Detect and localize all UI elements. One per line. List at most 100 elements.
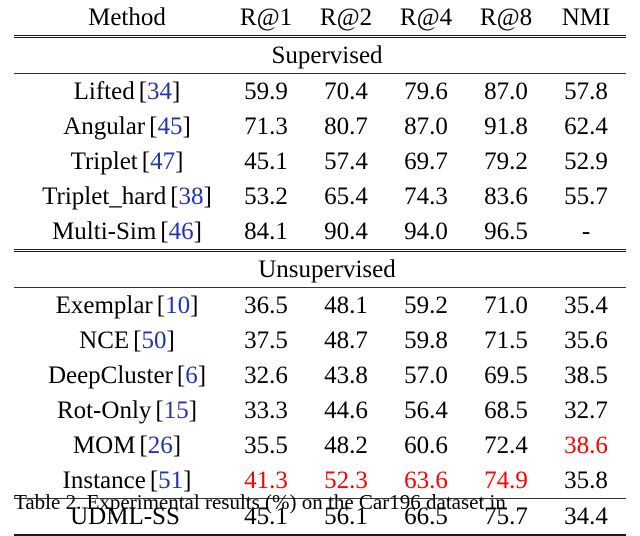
metric-value: 59.9	[226, 73, 306, 109]
table-caption: Table 2. Experimental results (%) on the…	[14, 490, 506, 514]
metric-value: 44.6	[324, 397, 368, 424]
metric-value: 91.8	[484, 113, 528, 140]
metric-value: 69.5	[484, 362, 528, 389]
metric-value: 57.0	[404, 362, 448, 389]
metric-value: 45.1	[244, 148, 288, 175]
section-header-row: Supervised	[14, 35, 626, 74]
metric-value: 83.6	[484, 183, 528, 210]
section-label: Unsupervised	[14, 249, 626, 288]
metric-value: 87.0	[466, 73, 546, 109]
column-header-rat2: R@2	[319, 4, 373, 31]
metric-value: 35.6	[564, 327, 608, 354]
citation-reference[interactable]: [45]	[149, 113, 191, 140]
citation-reference[interactable]: [6]	[177, 362, 206, 389]
section-label: Supervised	[14, 35, 626, 74]
citation-number: 15	[163, 397, 189, 424]
citation-number: 34	[147, 78, 173, 105]
citation-number: 38	[178, 183, 204, 210]
method-label: Lifted	[73, 78, 135, 105]
metric-value: 53.2	[244, 183, 288, 210]
column-header-rat1: R@1	[239, 4, 293, 31]
metric-value: 79.2	[484, 148, 528, 175]
table-row: Angular [45] 71.3 80.7 87.0 91.8 62.4	[14, 109, 626, 144]
metric-value: 90.4	[324, 218, 368, 245]
metric-value: 43.8	[324, 362, 368, 389]
metric-value: 71.3	[244, 113, 288, 140]
method-name-cell: NCE [50]	[14, 323, 226, 358]
metric-value: 87.0	[404, 113, 448, 140]
metric-value: 60.6	[404, 432, 448, 459]
metric-value: 59.2	[386, 287, 466, 323]
citation-reference[interactable]: [50]	[133, 327, 175, 354]
table-row: Multi-Sim [46] 84.1 90.4 94.0 96.5 -	[14, 214, 626, 251]
table-row: Triplet [47] 45.1 57.4 69.7 79.2 52.9	[14, 144, 626, 179]
metric-value: 65.4	[324, 183, 368, 210]
table-figure: Method R@1 R@2 R@4 R@8 NMI Supervised Lifted [34…	[0, 0, 640, 536]
citation-number: 26	[147, 432, 173, 459]
table-row: MOM [26] 35.5 48.2 60.6 72.4 38.6	[14, 428, 626, 463]
table-row: Lifted [34] 59.9 70.4 79.6 87.0 57.8	[14, 73, 626, 109]
metric-value: 57.8	[546, 73, 626, 109]
citation-number: 46	[168, 218, 194, 245]
citation-number: 10	[165, 292, 191, 319]
method-label: Triplet_hard	[42, 183, 167, 210]
method-name-cell: Triplet [47]	[14, 144, 226, 179]
method-name-cell: Exemplar [10]	[14, 287, 226, 323]
metric-value: 32.6	[244, 362, 288, 389]
metric-value: 56.4	[404, 397, 448, 424]
metric-value: 52.9	[564, 148, 608, 175]
citation-reference[interactable]: [26]	[139, 432, 181, 459]
metric-value: 57.4	[324, 148, 368, 175]
metric-value: 48.2	[324, 432, 368, 459]
column-header-nmi: NMI	[561, 4, 611, 31]
metric-value: 79.6	[386, 73, 466, 109]
method-label: Angular	[63, 113, 146, 140]
metric-value: 48.7	[324, 327, 368, 354]
metric-value: 48.1	[306, 287, 386, 323]
metric-value: 55.7	[564, 183, 608, 210]
metric-value: 69.7	[404, 148, 448, 175]
metric-value: 71.5	[484, 327, 528, 354]
citation-reference[interactable]: [46]	[160, 218, 202, 245]
metric-value: 38.6	[564, 432, 608, 459]
method-label: DeepCluster	[47, 362, 173, 389]
method-name-cell: Triplet_hard [38]	[14, 179, 226, 214]
metric-value: -	[581, 218, 591, 245]
table-row: Triplet_hard [38] 53.2 65.4 74.3 83.6 55.7	[14, 179, 626, 214]
method-name-cell: Lifted [34]	[14, 73, 226, 109]
metric-value: 72.4	[484, 432, 528, 459]
table-row: DeepCluster [6] 32.6 43.8 57.0 69.5 38.5	[14, 358, 626, 393]
metric-value: 71.0	[466, 287, 546, 323]
citation-reference[interactable]: [10]	[157, 292, 199, 319]
metric-value: 37.5	[244, 327, 288, 354]
citation-number: 45	[157, 113, 183, 140]
metric-value: 59.8	[404, 327, 448, 354]
metric-value: 35.5	[244, 432, 288, 459]
table-header-row: Method R@1 R@2 R@4 R@8 NMI	[14, 0, 626, 37]
method-label: Exemplar	[55, 292, 153, 319]
citation-number: 47	[150, 148, 176, 175]
citation-reference[interactable]: [38]	[170, 183, 212, 210]
metric-value: 32.7	[564, 397, 608, 424]
citation-reference[interactable]: [47]	[142, 148, 184, 175]
metric-value: 96.5	[484, 218, 528, 245]
table-row: Rot-Only [15] 33.3 44.6 56.4 68.5 32.7	[14, 393, 626, 428]
column-header-rat8: R@8	[479, 4, 533, 31]
method-name-cell: DeepCluster [6]	[14, 358, 226, 393]
table-row: Exemplar [10] 36.5 48.1 59.2 71.0 35.4	[14, 287, 626, 323]
citation-number: 50	[141, 327, 167, 354]
section-header-row: Unsupervised	[14, 249, 626, 288]
method-label: Multi-Sim	[52, 218, 157, 245]
metric-value: 62.4	[564, 113, 608, 140]
metric-value: 68.5	[484, 397, 528, 424]
citation-reference[interactable]: [34]	[139, 78, 181, 105]
table-row: NCE [50] 37.5 48.7 59.8 71.5 35.6	[14, 323, 626, 358]
metric-value: 94.0	[404, 218, 448, 245]
citation-reference[interactable]: [15]	[155, 397, 197, 424]
citation-number: 6	[185, 362, 198, 389]
metric-value: 35.4	[546, 287, 626, 323]
method-label: NCE	[79, 327, 130, 354]
metric-value: 36.5	[226, 287, 306, 323]
metric-value: 70.4	[306, 73, 386, 109]
metric-value: 74.3	[404, 183, 448, 210]
